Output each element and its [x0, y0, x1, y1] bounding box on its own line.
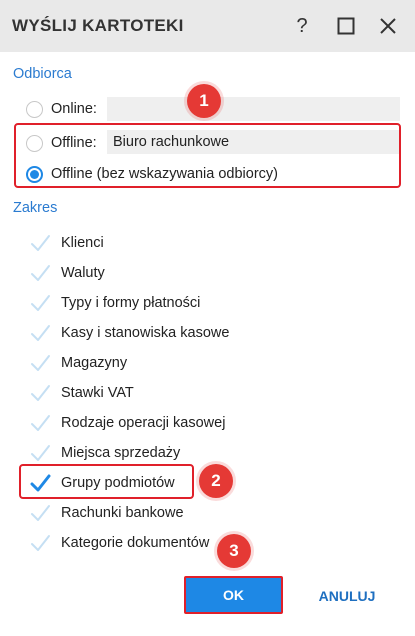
checkmark-icon[interactable] [28, 321, 52, 345]
checkbox-label: Magazyny [61, 355, 128, 371]
checkbox-row[interactable]: Kategorie dokumentów [28, 529, 209, 557]
annotation-badge-2: 2 [199, 464, 233, 498]
help-icon: ? [296, 14, 308, 37]
checkbox-row[interactable]: Stawki VAT [28, 379, 134, 407]
checkbox-label: Kasy i stanowiska kasowe [61, 325, 230, 341]
maximize-icon [337, 17, 355, 35]
window-title: WYŚLIJ KARTOTEKI [12, 16, 184, 35]
cancel-button[interactable]: ANULUJ [306, 578, 388, 614]
annotation-highlight-offline [14, 123, 401, 188]
checkbox-row[interactable]: Rachunki bankowe [28, 499, 184, 527]
checkbox-row[interactable]: Klienci [28, 229, 104, 257]
checkbox-label: Kategorie dokumentów [61, 535, 210, 551]
annotation-badge-3: 3 [217, 534, 251, 568]
scope-section-label: Zakres [13, 200, 58, 216]
close-icon [380, 18, 396, 34]
checkbox-row[interactable]: Typy i formy płatności [28, 289, 200, 317]
online-recipient-field[interactable] [107, 97, 400, 121]
annotation-badge-1: 1 [187, 84, 221, 118]
checkbox-label: Rodzaje operacji kasowej [61, 415, 226, 431]
checkmark-icon[interactable] [28, 531, 52, 555]
radio-online[interactable]: Online: [26, 94, 97, 124]
checkbox-row[interactable]: Miejsca sprzedaży [28, 439, 180, 467]
checkmark-icon[interactable] [28, 261, 52, 285]
checkbox-label: Stawki VAT [61, 385, 134, 401]
checkbox-row[interactable]: Rodzaje operacji kasowej [28, 409, 225, 437]
checkbox-label: Klienci [61, 235, 104, 251]
radio-online-label: Online: [51, 101, 97, 117]
checkbox-row[interactable]: Magazyny [28, 349, 127, 377]
ok-button[interactable]: OK [184, 576, 283, 614]
checkbox-label: Rachunki bankowe [61, 505, 184, 521]
recipient-section-label: Odbiorca [13, 66, 72, 82]
close-button[interactable] [372, 10, 404, 42]
checkbox-label: Waluty [61, 265, 105, 281]
checkmark-icon[interactable] [28, 381, 52, 405]
checkmark-icon[interactable] [28, 411, 52, 435]
checkmark-icon[interactable] [28, 231, 52, 255]
radio-button[interactable] [26, 100, 43, 118]
checkmark-icon[interactable] [28, 351, 52, 375]
annotation-highlight-groups [19, 464, 194, 499]
checkbox-row[interactable]: Waluty [28, 259, 105, 287]
checkbox-row[interactable]: Kasy i stanowiska kasowe [28, 319, 229, 347]
checkbox-label: Typy i formy płatności [61, 295, 201, 311]
help-button[interactable]: ? [286, 10, 318, 42]
checkbox-label: Miejsca sprzedaży [61, 445, 181, 461]
checkmark-icon[interactable] [28, 291, 52, 315]
checkmark-icon[interactable] [28, 501, 52, 525]
checkmark-icon[interactable] [28, 441, 52, 465]
maximize-button[interactable] [330, 10, 362, 42]
title-bar: WYŚLIJ KARTOTEKI ? [0, 0, 415, 52]
